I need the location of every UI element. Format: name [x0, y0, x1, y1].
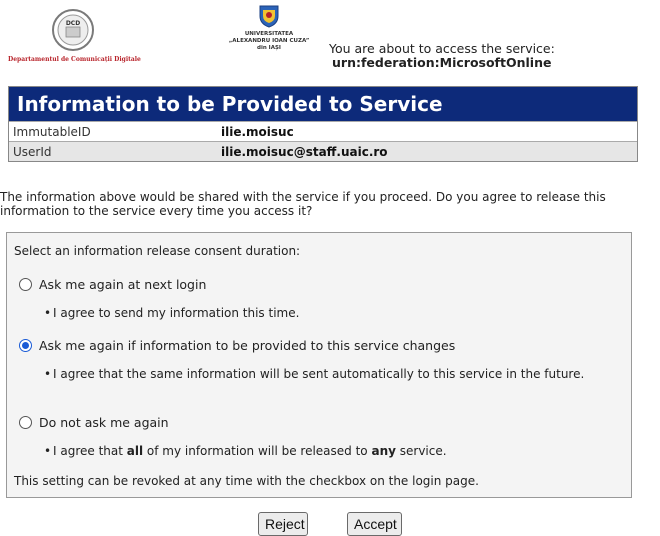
dcd-logo: DCD Departamentul de Comunicații Digital… [8, 8, 141, 63]
option-never-ask-note: • I agree that all of my information will… [44, 444, 447, 458]
info-table-title: Information to be Provided to Service [9, 87, 637, 121]
uaic-line-1: UNIVERSITATEA [244, 31, 294, 37]
dcd-seal-icon: DCD [52, 9, 94, 51]
uaic-line-2: „ALEXANDRU IOAN CUZA” [228, 38, 310, 44]
dcd-seal-text: DCD [66, 20, 80, 27]
consent-box: Select an information release consent du… [6, 232, 632, 498]
info-row: UserId ilie.moisuc@staff.uaic.ro [9, 141, 637, 161]
revoke-note: This setting can be revoked at any time … [14, 474, 479, 488]
option-label: Do not ask me again [39, 415, 169, 430]
uaic-logo: UNIVERSITATEA „ALEXANDRU IOAN CUZA” din … [226, 4, 312, 52]
radio-button[interactable] [19, 278, 32, 291]
note-text-part: I agree that [53, 444, 127, 458]
note-bold-all: all [126, 444, 144, 458]
dcd-logo-text: Departamentul de Comunicații Digitale [8, 56, 141, 63]
option-next-login-note: • I agree to send my information this tim… [44, 306, 300, 320]
info-table: Information to be Provided to Service Im… [8, 86, 638, 162]
note-text-part: service. [395, 444, 447, 458]
accept-button[interactable]: Accept [347, 512, 402, 536]
info-row: ImmutableID ilie.moisuc [9, 121, 637, 141]
reject-button[interactable]: Reject [258, 512, 308, 536]
consent-question: The information above would be shared wi… [0, 190, 606, 218]
option-label: Ask me again at next login [39, 277, 207, 292]
service-info: You are about to access the service: urn… [329, 42, 555, 70]
note-text-part: of my information will be released to [143, 444, 372, 458]
option-info-changes[interactable]: Ask me again if information to be provid… [19, 338, 455, 353]
option-info-changes-note: • I agree that the same information will … [44, 367, 585, 381]
info-value: ilie.moisuc [221, 125, 294, 139]
radio-button[interactable] [19, 416, 32, 429]
info-value: ilie.moisuc@staff.uaic.ro [221, 145, 388, 159]
service-urn: urn:federation:MicrosoftOnline [332, 55, 552, 70]
option-label: Ask me again if information to be provid… [39, 338, 456, 353]
service-prefix: You are about to access the service: [329, 41, 555, 56]
note-text: I agree that the same information will b… [53, 367, 585, 381]
consent-heading: Select an information release consent du… [14, 244, 301, 258]
option-never-ask[interactable]: Do not ask me again [19, 415, 169, 430]
info-key: UserId [13, 145, 52, 159]
uaic-line-3: din IAȘI [257, 45, 281, 51]
option-next-login[interactable]: Ask me again at next login [19, 277, 206, 292]
note-text: I agree to send my information this time… [53, 306, 300, 320]
info-key: ImmutableID [13, 125, 91, 139]
radio-button-selected[interactable] [19, 339, 32, 352]
note-bold-any: any [371, 444, 396, 458]
university-crest-icon [259, 5, 279, 28]
